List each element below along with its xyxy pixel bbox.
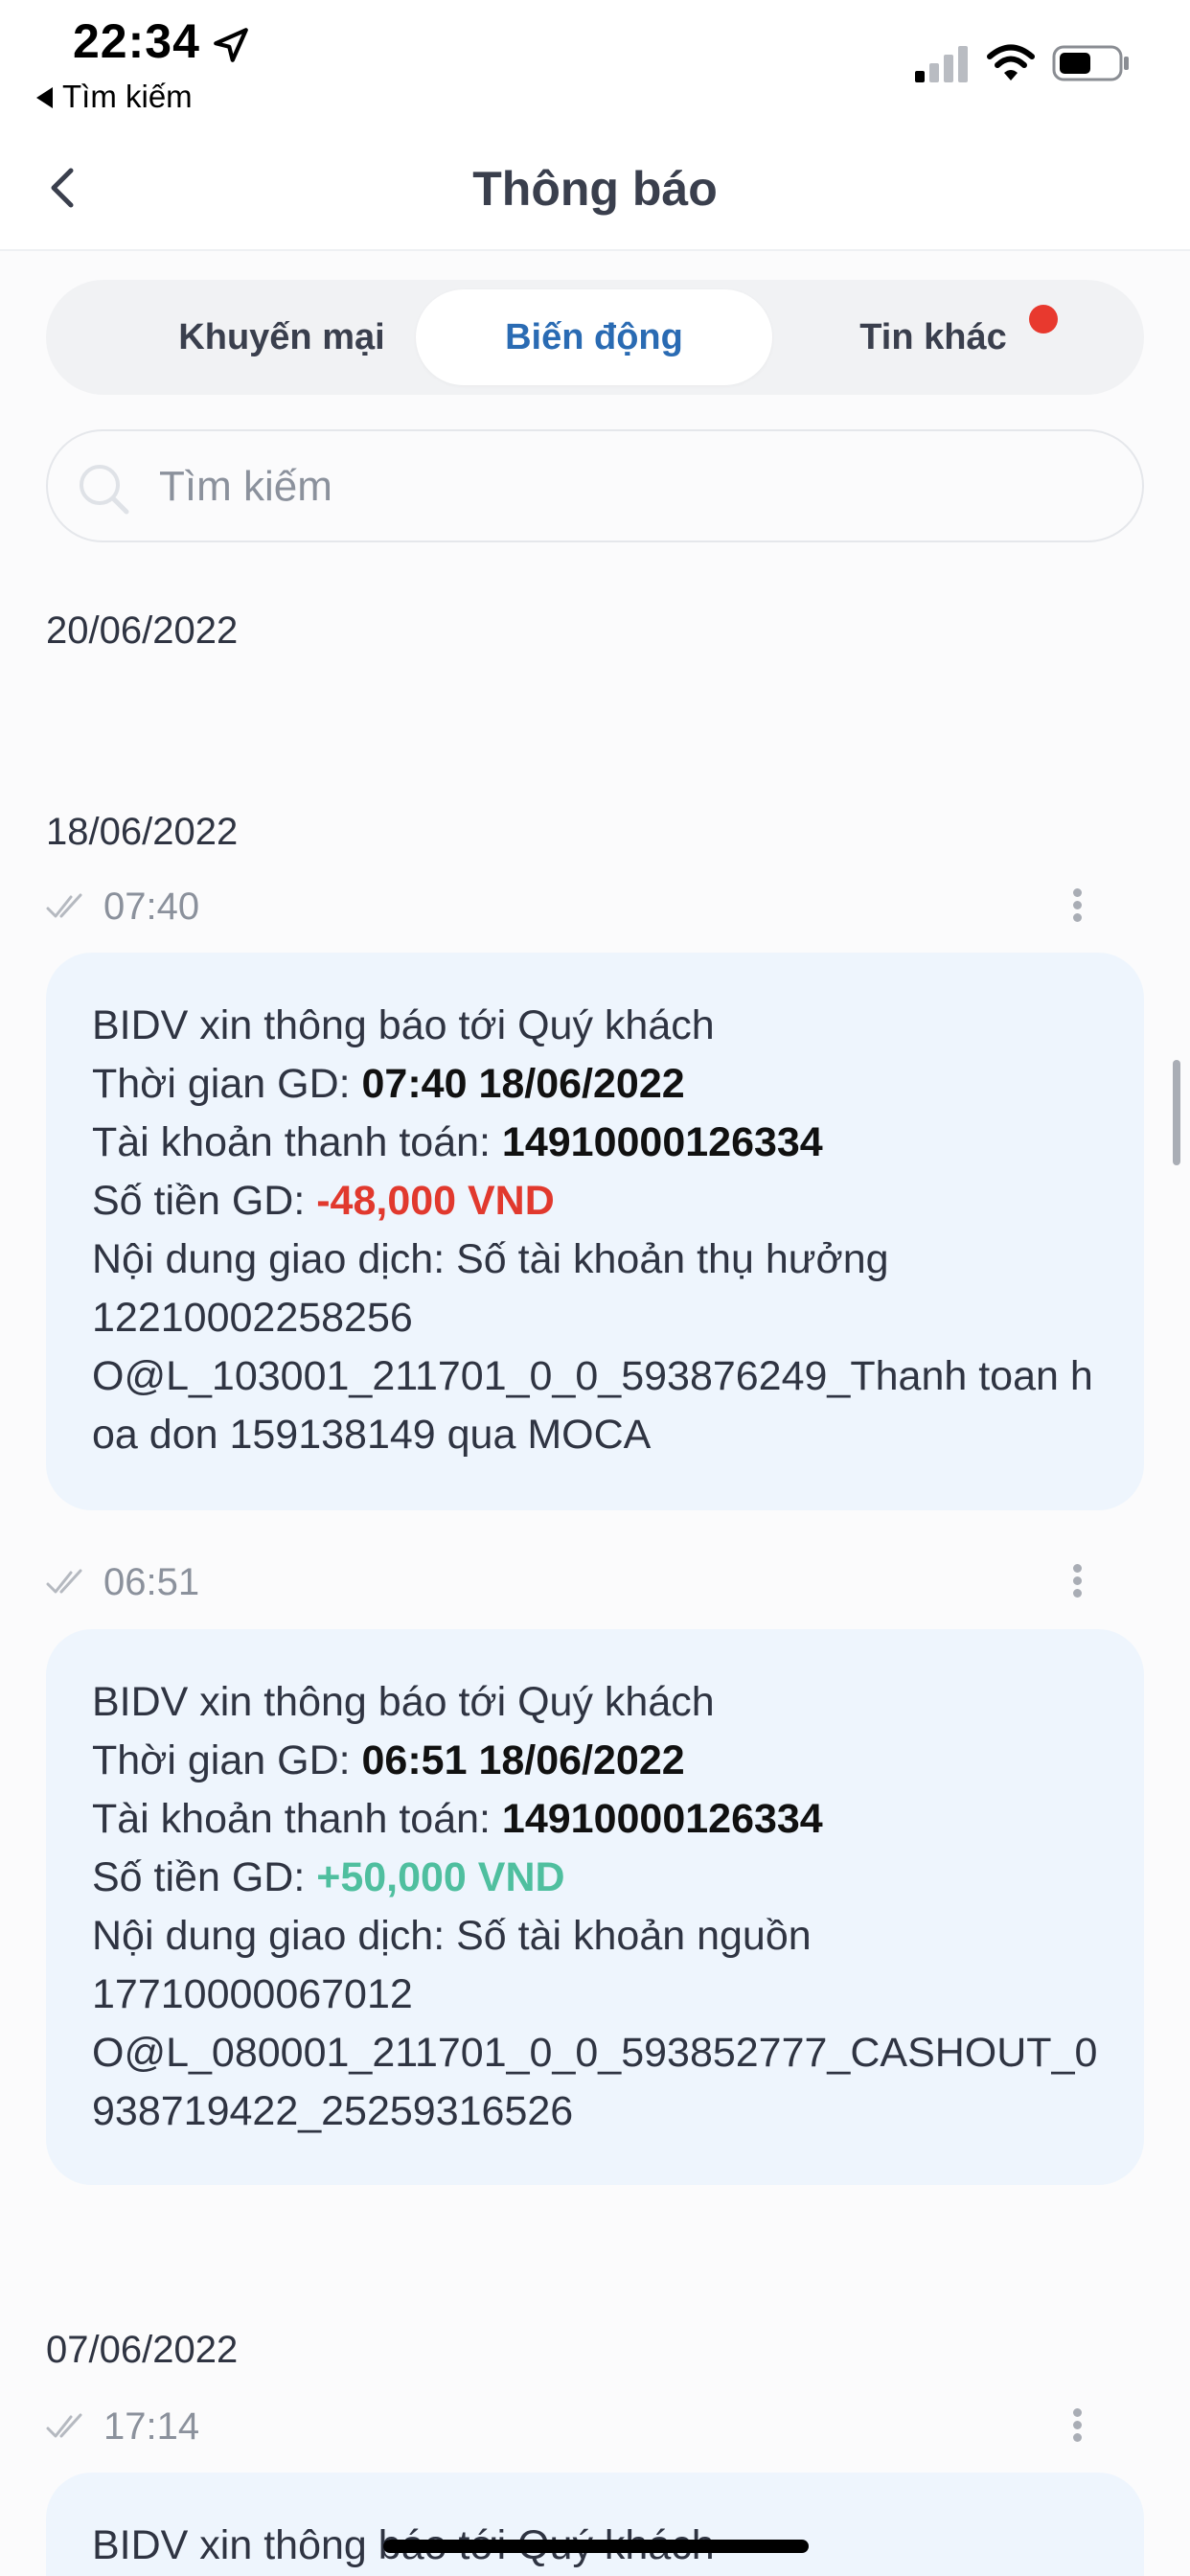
account-label: Tài khoản thanh toán:: [92, 1796, 502, 1842]
battery-icon: [1052, 45, 1129, 81]
wifi-icon: [987, 44, 1035, 80]
status-bar: 22:34 Tìm kiếm: [0, 0, 1190, 125]
source-account: 17710000067012: [92, 1971, 413, 2017]
message-time: 06:51: [103, 1561, 200, 1603]
account-label: Tài khoản thanh toán:: [92, 1119, 502, 1165]
transaction-time-value: 07:40 18/06/2022: [361, 1061, 685, 1107]
double-check-icon: [46, 893, 82, 918]
location-arrow-icon: [214, 28, 248, 62]
tab-other-news[interactable]: Tin khác: [755, 289, 1111, 385]
date-header: 07/06/2022: [46, 2329, 239, 2371]
transaction-description: O@L_080001_211701_0_0_593852777_CASHOUT_…: [92, 2030, 1098, 2134]
message-meta-row: 06:51: [46, 1553, 1144, 1611]
tab-bar: Khuyến mại Biến động Tin khác: [46, 280, 1144, 395]
beneficiary-account: 12210002258256: [92, 1295, 413, 1341]
message-intro: BIDV xin thông báo tới Quý khách: [92, 1679, 715, 1725]
message-intro: BIDV xin thông báo tới Quý khách: [92, 1002, 715, 1048]
date-header: 20/06/2022: [46, 610, 239, 652]
transaction-time-row: Thời gian GD: 06:51 18/06/2022: [92, 1732, 1098, 1790]
unread-badge-dot: [1029, 305, 1058, 334]
account-number: 14910000126334: [501, 1796, 823, 1842]
message-meta-row: 07:40: [46, 878, 1144, 935]
transaction-time-label: Thời gian GD:: [92, 1737, 362, 1783]
page-title: Thông báo: [472, 162, 718, 216]
transaction-time-label: Thời gian GD:: [92, 1061, 362, 1107]
account-number: 14910000126334: [501, 1119, 823, 1165]
scrollbar[interactable]: [1173, 1060, 1180, 1165]
transaction-time-value: 06:51 18/06/2022: [361, 1737, 685, 1783]
transaction-time-row: Thời gian GD: 07:40 18/06/2022: [92, 1055, 1098, 1114]
amount-row: Số tiền GD: -48,000 VND: [92, 1172, 1098, 1230]
amount-label: Số tiền GD:: [92, 1178, 317, 1224]
amount-label: Số tiền GD:: [92, 1854, 317, 1900]
amount-debit: -48,000 VND: [316, 1178, 555, 1224]
more-options-icon[interactable]: [1064, 2405, 1090, 2450]
back-to-app-link[interactable]: Tìm kiếm: [36, 79, 193, 115]
back-to-app-label: Tìm kiếm: [62, 79, 193, 114]
message-time: 17:14: [103, 2405, 200, 2448]
header-bar: Thông báo: [0, 125, 1190, 251]
amount-row: Số tiền GD: +50,000 VND: [92, 1849, 1098, 1907]
search-input[interactable]: [159, 450, 1098, 523]
transaction-message-card[interactable]: BIDV xin thông báo tới Quý khách Thời gi…: [46, 1629, 1144, 2185]
search-icon: [80, 465, 129, 515]
double-check-icon: [46, 1569, 82, 1594]
more-options-icon[interactable]: [1064, 886, 1090, 930]
account-row: Tài khoản thanh toán: 14910000126334: [92, 1114, 1098, 1172]
home-indicator[interactable]: [383, 2540, 809, 2553]
back-triangle-icon: [36, 87, 53, 108]
search-bar[interactable]: [46, 429, 1144, 542]
tab-promotions[interactable]: Khuyến mại: [103, 289, 460, 385]
amount-credit: +50,000 VND: [316, 1854, 565, 1900]
content-label: Nội dung giao dịch: Số tài khoản nguồn: [92, 1913, 812, 1959]
transaction-message-card[interactable]: BIDV xin thông báo tới Quý khách Thời gi…: [46, 953, 1144, 1510]
tab-balance-changes[interactable]: Biến động: [416, 289, 772, 385]
account-row: Tài khoản thanh toán: 14910000126334: [92, 1790, 1098, 1849]
more-options-icon[interactable]: [1064, 1561, 1090, 1605]
message-meta-row: 17:14: [46, 2398, 1144, 2455]
transaction-description: O@L_103001_211701_0_0_593876249_Thanh to…: [92, 1353, 1093, 1458]
status-time: 22:34: [73, 14, 200, 68]
content-label: Nội dung giao dịch: Số tài khoản thụ hưở…: [92, 1236, 889, 1282]
double-check-icon: [46, 2413, 82, 2438]
transaction-message-card[interactable]: BIDV xin thông báo tới Quý khách: [46, 2472, 1144, 2576]
message-time: 07:40: [103, 886, 200, 928]
cellular-signal-icon: [915, 46, 968, 82]
date-header: 18/06/2022: [46, 811, 239, 853]
